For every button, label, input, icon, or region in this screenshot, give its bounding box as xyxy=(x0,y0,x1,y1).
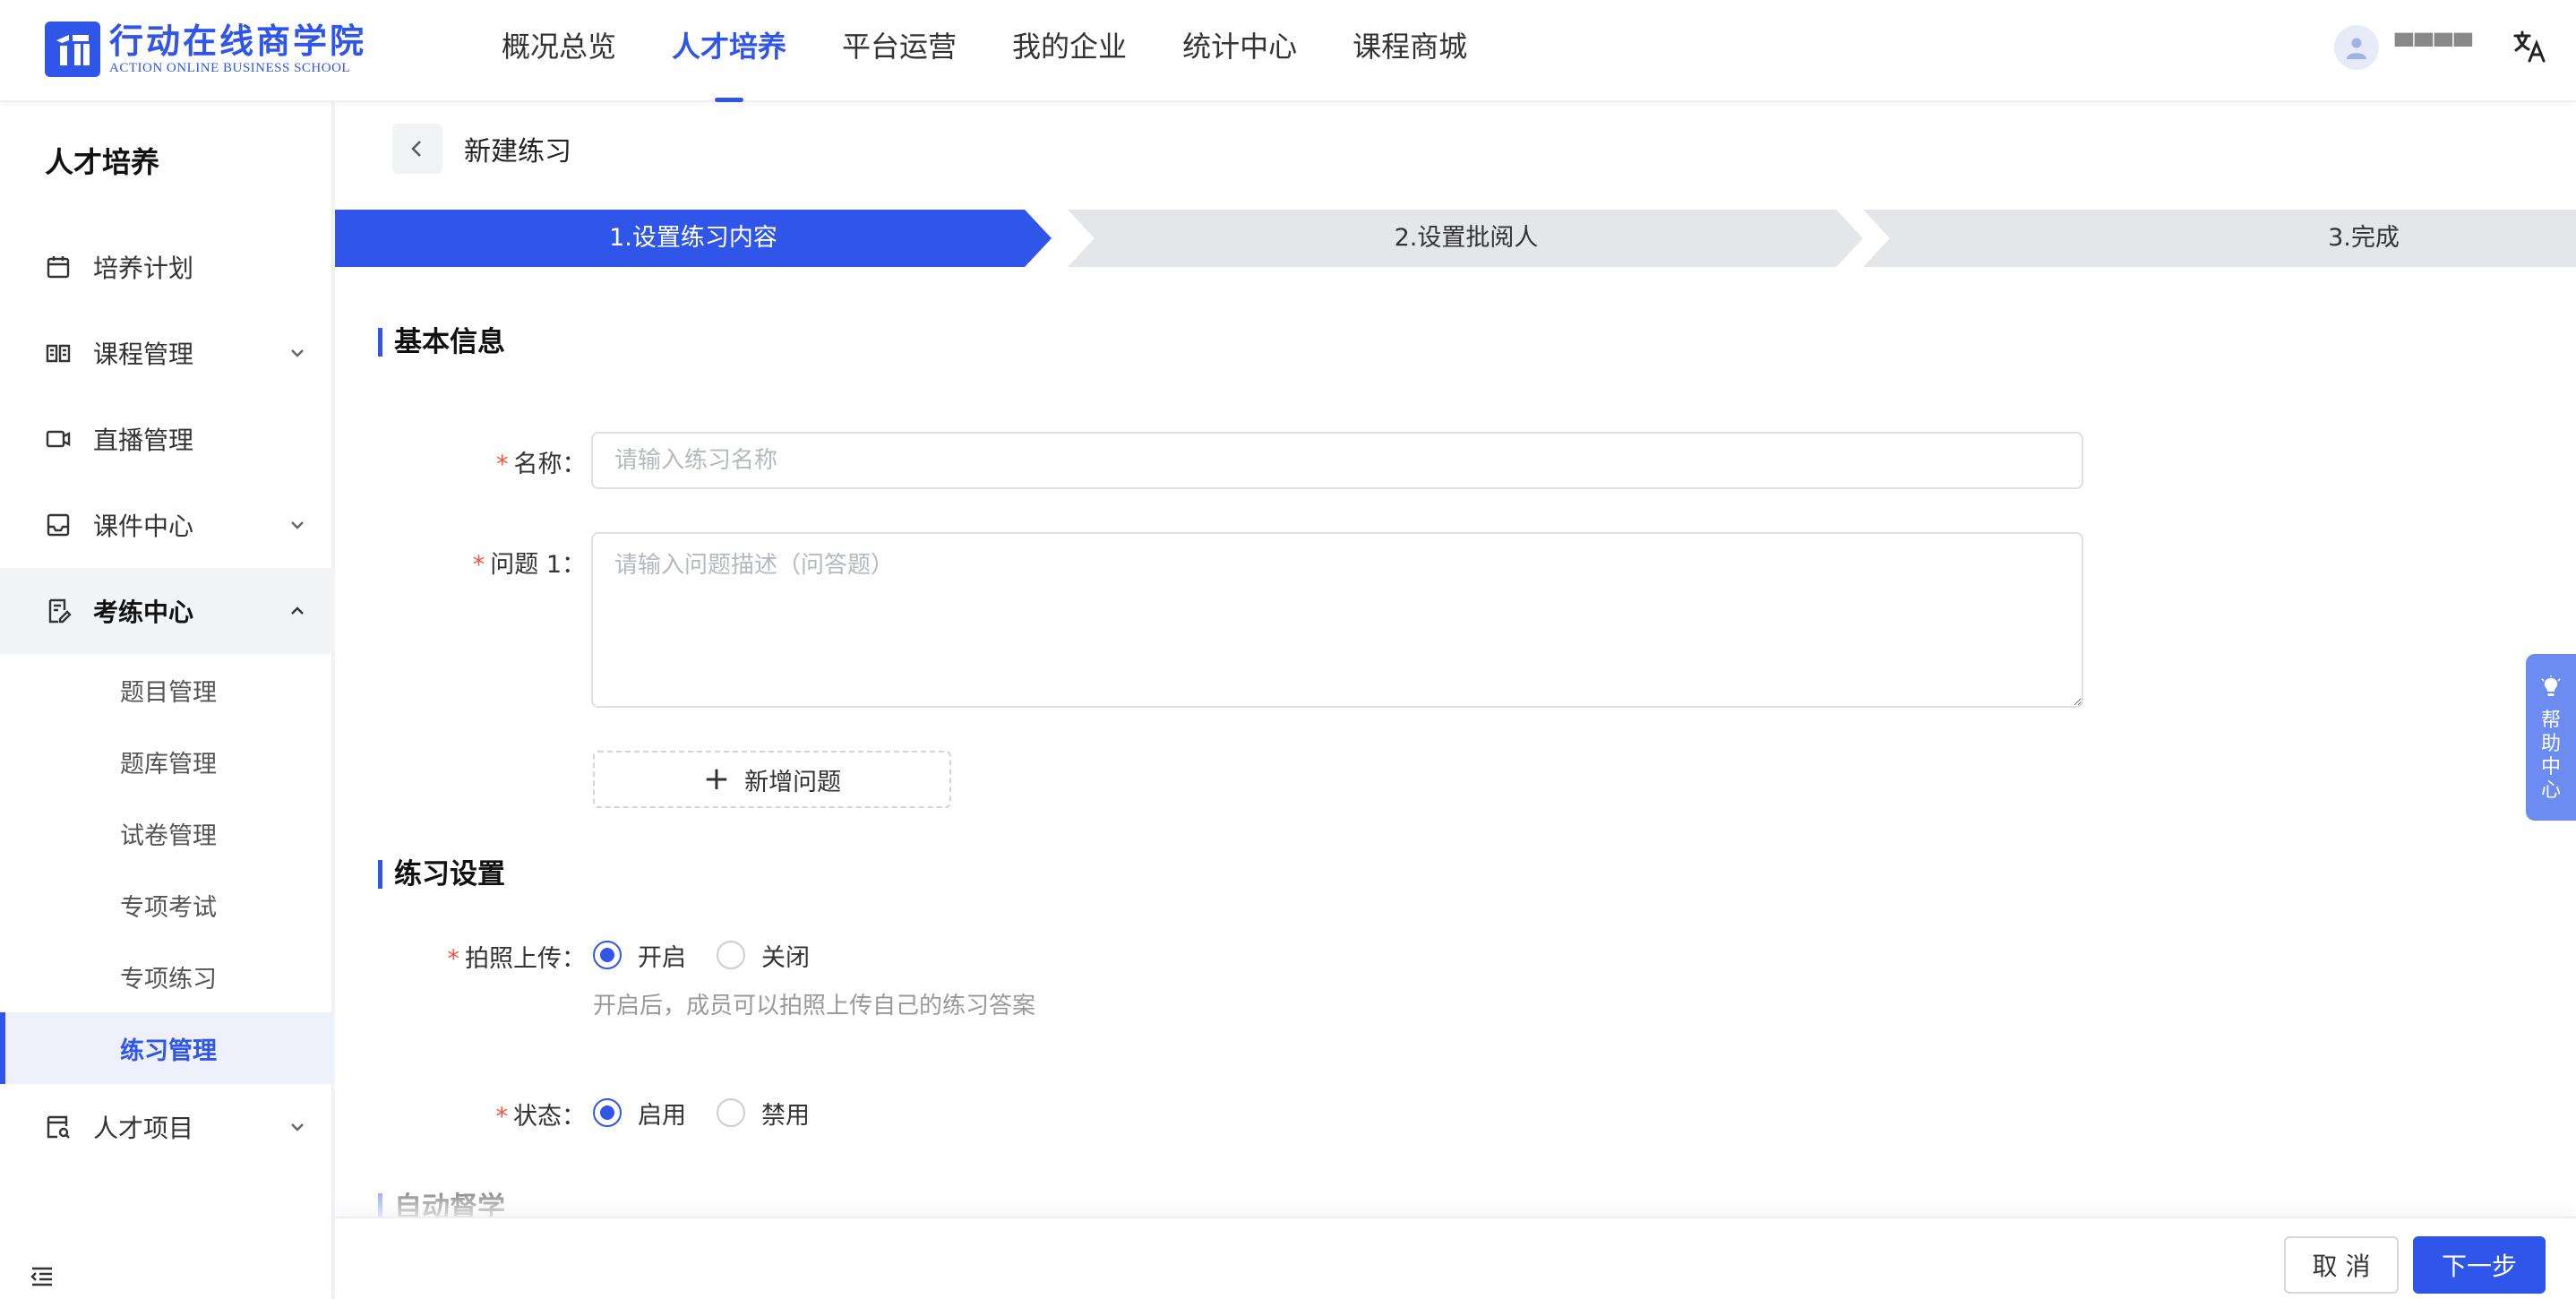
section-basic-info: 基本信息 xyxy=(378,326,505,358)
chevron-down-icon xyxy=(291,349,304,357)
nav-item-operations[interactable]: 平台运营 xyxy=(842,0,957,102)
required-mark: * xyxy=(472,551,485,579)
photo-upload-hint: 开启后，成员可以拍照上传自己的练习答案 xyxy=(593,993,1036,1019)
chevron-down-icon xyxy=(291,1123,304,1131)
video-icon xyxy=(46,430,71,448)
nav-item-talent[interactable]: 人才培养 xyxy=(672,0,786,102)
logo-title: 行动在线商学院 xyxy=(109,22,367,61)
chevron-up-icon xyxy=(291,606,304,615)
radio-photo-on[interactable]: 开启 xyxy=(593,938,686,973)
collapse-sidebar-icon[interactable] xyxy=(29,1263,56,1290)
section-practice-settings: 练习设置 xyxy=(378,858,505,890)
main-content: 新建练习 1.设置练习内容 2.设置批阅人 3.完成 基本信息 *名称： *问题… xyxy=(335,102,2576,1299)
exam-icon xyxy=(48,598,72,624)
back-button[interactable] xyxy=(392,124,442,174)
sidebar-item-live[interactable]: 直播管理 xyxy=(0,396,333,482)
sidebar-subitem-papers[interactable]: 试卷管理 xyxy=(0,797,333,869)
sidebar-subitem-questions[interactable]: 题目管理 xyxy=(0,654,333,726)
sidebar-item-label: 考练中心 xyxy=(93,598,194,627)
step-3: 3.完成 xyxy=(2328,224,2400,252)
plus-icon: + xyxy=(702,761,731,797)
logo[interactable]: 行动在线商学院 ACTION ONLINE BUSINESS SCHOOL xyxy=(45,20,366,79)
sidebar-item-label: 课件中心 xyxy=(93,512,194,541)
book-icon xyxy=(46,344,71,363)
help-center-label: 帮助中心 xyxy=(2540,710,2561,802)
photo-upload-label: * 拍照上传： xyxy=(447,945,587,973)
user-avatar-icon xyxy=(2334,25,2379,70)
name-label: * 名称： xyxy=(496,451,587,478)
nav-item-mall[interactable]: 课程商城 xyxy=(1352,0,1467,102)
logo-mark-icon xyxy=(45,22,100,77)
calendar-icon xyxy=(47,256,70,279)
sidebar-subitem-special-practice[interactable]: 专项练习 xyxy=(0,941,333,1012)
required-mark: * xyxy=(495,1103,509,1131)
user-menu[interactable]: ▀▀▀▀ xyxy=(2334,25,2474,70)
add-question-button[interactable]: + 新增问题 xyxy=(593,751,951,808)
translate-icon[interactable] xyxy=(2512,29,2547,65)
nav-item-statistics[interactable]: 统计中心 xyxy=(1182,0,1297,102)
radio-dot xyxy=(717,941,745,969)
sidebar-item-courseware[interactable]: 课件中心 xyxy=(0,482,333,568)
question-label: * 问题 1： xyxy=(472,551,586,579)
sidebar-item-label: 培养计划 xyxy=(93,254,194,283)
sidebar-subitem-special-exam[interactable]: 专项考试 xyxy=(0,869,333,941)
sidebar-item-project[interactable]: 人才项目 xyxy=(0,1084,333,1170)
lightbulb-icon xyxy=(2541,675,2561,696)
page-title: 新建练习 xyxy=(464,136,571,168)
radio-dot xyxy=(717,1098,745,1127)
required-mark: * xyxy=(496,451,509,478)
practice-name-input[interactable] xyxy=(591,432,2083,489)
sidebar-item-label: 人才项目 xyxy=(93,1114,194,1143)
sidebar-item-label: 直播管理 xyxy=(93,426,194,455)
question-description-textarea[interactable] xyxy=(591,532,2083,708)
radio-dot xyxy=(593,1098,622,1127)
radio-status-enabled[interactable]: 启用 xyxy=(593,1096,686,1131)
user-name: ▀▀▀▀ xyxy=(2395,34,2474,61)
page-header: 新建练习 xyxy=(392,124,571,174)
chevron-left-icon xyxy=(411,141,421,157)
step-1: 1.设置练习内容 xyxy=(609,224,777,252)
sidebar-item-course[interactable]: 课程管理 xyxy=(0,310,333,396)
status-label: * 状态： xyxy=(495,1103,587,1131)
sidebar-item-label: 课程管理 xyxy=(93,340,194,369)
help-center-tab[interactable]: 帮助中心 xyxy=(2526,654,2576,821)
radio-photo-off[interactable]: 关闭 xyxy=(717,938,810,973)
sidebar-menu: 培养计划 课程管理 直播管理 课件中心 考练中心 题目管理 题库管理 试卷管理 … xyxy=(0,224,333,1170)
required-mark: * xyxy=(447,945,460,973)
sidebar-item-plan[interactable]: 培养计划 xyxy=(0,224,333,310)
footer-action-bar: 取 消 下一步 xyxy=(335,1217,2576,1299)
top-header: 行动在线商学院 ACTION ONLINE BUSINESS SCHOOL 概况… xyxy=(0,0,2576,102)
sidebar: 人才培养 培养计划 课程管理 直播管理 课件中心 考练中心 题目管理 题库管理 … xyxy=(0,102,333,1299)
sidebar-subitem-question-bank[interactable]: 题库管理 xyxy=(0,726,333,797)
step-2: 2.设置批阅人 xyxy=(1394,224,1539,252)
photo-upload-radio-group: 开启 关闭 xyxy=(593,937,840,973)
sidebar-title: 人才培养 xyxy=(45,145,160,179)
sidebar-item-exam[interactable]: 考练中心 xyxy=(0,568,333,654)
logo-subtitle: ACTION ONLINE BUSINESS SCHOOL xyxy=(109,61,351,75)
exam-submenu: 题目管理 题库管理 试卷管理 专项考试 专项练习 练习管理 xyxy=(0,654,333,1084)
nav-item-enterprise[interactable]: 我的企业 xyxy=(1012,0,1127,102)
project-icon xyxy=(47,1115,70,1139)
radio-dot xyxy=(593,941,622,969)
sidebar-subitem-practice-management[interactable]: 练习管理 xyxy=(0,1012,333,1084)
inbox-icon xyxy=(47,513,70,537)
cancel-button[interactable]: 取 消 xyxy=(2284,1236,2399,1294)
radio-status-disabled[interactable]: 禁用 xyxy=(717,1096,810,1131)
status-radio-group: 启用 禁用 xyxy=(593,1095,840,1131)
nav-item-overview[interactable]: 概况总览 xyxy=(502,0,616,102)
main-nav: 概况总览 人才培养 平台运营 我的企业 统计中心 课程商城 xyxy=(502,0,1523,102)
next-step-button[interactable]: 下一步 xyxy=(2413,1236,2546,1294)
chevron-down-icon xyxy=(291,521,304,529)
steps-bar: 1.设置练习内容 2.设置批阅人 3.完成 xyxy=(335,210,2576,267)
